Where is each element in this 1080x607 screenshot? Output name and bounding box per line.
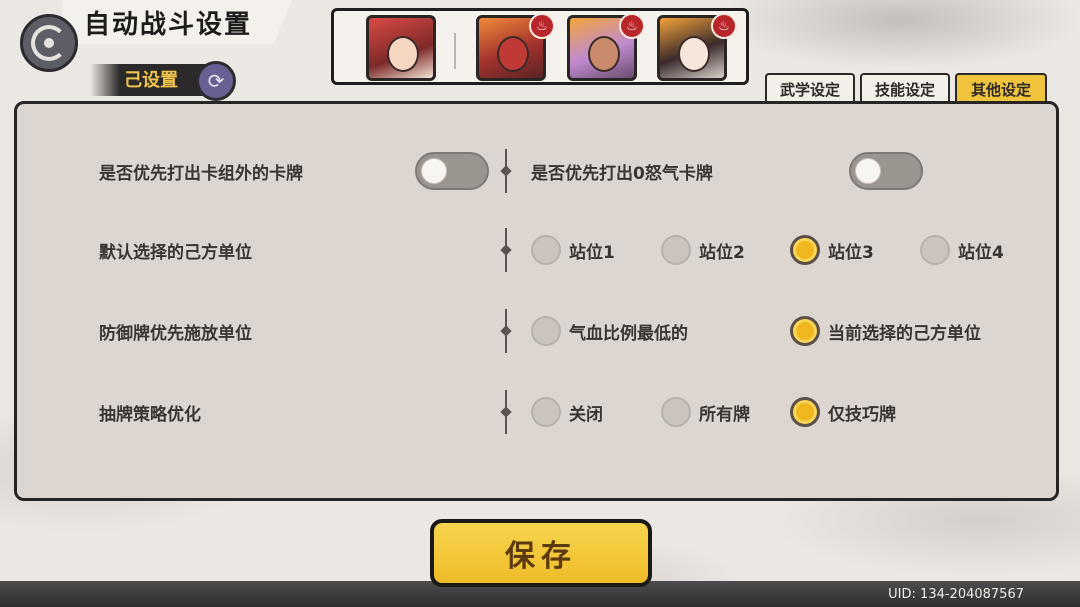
swap-preset-button[interactable]: ⟳ xyxy=(196,61,236,101)
setting-row-card-priority: 是否优先打出卡组外的卡牌 是否优先打出0怒气卡牌 xyxy=(17,149,1056,193)
radio-selected-icon xyxy=(790,235,820,265)
setting-label: 抽牌策略优化 xyxy=(99,404,201,425)
back-button[interactable] xyxy=(20,14,78,72)
page-title: 自动战斗设置 xyxy=(84,10,253,40)
setting-row-defense-target: 防御牌优先施放单位 气血比例最低的 当前选择的己方单位 xyxy=(17,309,1056,353)
strip-divider xyxy=(454,33,456,69)
option-label: 站位3 xyxy=(828,242,874,263)
radio-position-4[interactable]: 站位4 xyxy=(920,234,1004,266)
uid-label: UID: 134-204087567 xyxy=(888,587,1024,602)
radio-position-1[interactable]: 站位1 xyxy=(531,234,615,266)
option-label: 关闭 xyxy=(569,404,603,425)
tab-martial-arts[interactable]: 武学设定 xyxy=(765,73,855,103)
tab-skills[interactable]: 技能设定 xyxy=(860,73,950,103)
radio-icon xyxy=(920,235,950,265)
radio-selected-icon xyxy=(790,397,820,427)
option-label: 站位1 xyxy=(569,242,615,263)
radio-selected-icon xyxy=(790,316,820,346)
option-label: 仅技巧牌 xyxy=(828,404,896,425)
radio-skill-cards-only[interactable]: 仅技巧牌 xyxy=(790,396,896,428)
toggle-knob xyxy=(855,158,881,184)
save-button[interactable]: 保存 xyxy=(430,519,652,587)
hero-portrait-1[interactable] xyxy=(366,15,436,81)
setting-row-draw-strategy: 抽牌策略优化 关闭 所有牌 仅技巧牌 xyxy=(17,390,1056,434)
radio-icon xyxy=(531,316,561,346)
radio-all-cards[interactable]: 所有牌 xyxy=(661,396,750,428)
row-separator xyxy=(505,390,507,434)
setting-row-default-unit: 默认选择的己方单位 站位1 站位2 站位3 站位4 xyxy=(17,228,1056,272)
radio-icon xyxy=(531,397,561,427)
radio-icon xyxy=(531,235,561,265)
option-label: 站位4 xyxy=(958,242,1004,263)
option-label: 站位2 xyxy=(699,242,745,263)
radio-off[interactable]: 关闭 xyxy=(531,396,603,428)
setting-label: 是否优先打出0怒气卡牌 xyxy=(531,163,713,184)
row-separator xyxy=(505,309,507,353)
radio-icon xyxy=(661,397,691,427)
preset-label: 己设置 xyxy=(124,70,178,91)
toggle-zero-rage-cards[interactable] xyxy=(849,152,923,190)
toggle-knob xyxy=(421,158,447,184)
element-badge-icon: ♨ xyxy=(711,13,737,39)
setting-label: 默认选择的己方单位 xyxy=(99,242,252,263)
element-badge-icon: ♨ xyxy=(529,13,555,39)
option-label: 所有牌 xyxy=(699,404,750,425)
tab-other-settings[interactable]: 其他设定 xyxy=(955,73,1047,103)
toggle-out-of-deck-cards[interactable] xyxy=(415,152,489,190)
setting-label: 防御牌优先施放单位 xyxy=(99,323,252,344)
radio-position-2[interactable]: 站位2 xyxy=(661,234,745,266)
team-portrait-strip: ♨ ♨ ♨ xyxy=(331,8,749,85)
row-separator xyxy=(505,149,507,193)
row-separator xyxy=(505,228,507,272)
option-label: 气血比例最低的 xyxy=(569,323,688,344)
radio-position-3[interactable]: 站位3 xyxy=(790,234,874,266)
option-label: 当前选择的己方单位 xyxy=(828,323,981,344)
back-arrow-icon xyxy=(31,25,67,61)
radio-icon xyxy=(661,235,691,265)
setting-label: 是否优先打出卡组外的卡牌 xyxy=(99,163,303,184)
radio-lowest-hp[interactable]: 气血比例最低的 xyxy=(531,315,688,347)
element-badge-icon: ♨ xyxy=(619,13,645,39)
settings-panel: 是否优先打出卡组外的卡牌 是否优先打出0怒气卡牌 默认选择的己方单位 站位1 站… xyxy=(14,101,1059,501)
radio-current-unit[interactable]: 当前选择的己方单位 xyxy=(790,315,981,347)
refresh-icon: ⟳ xyxy=(207,69,225,93)
